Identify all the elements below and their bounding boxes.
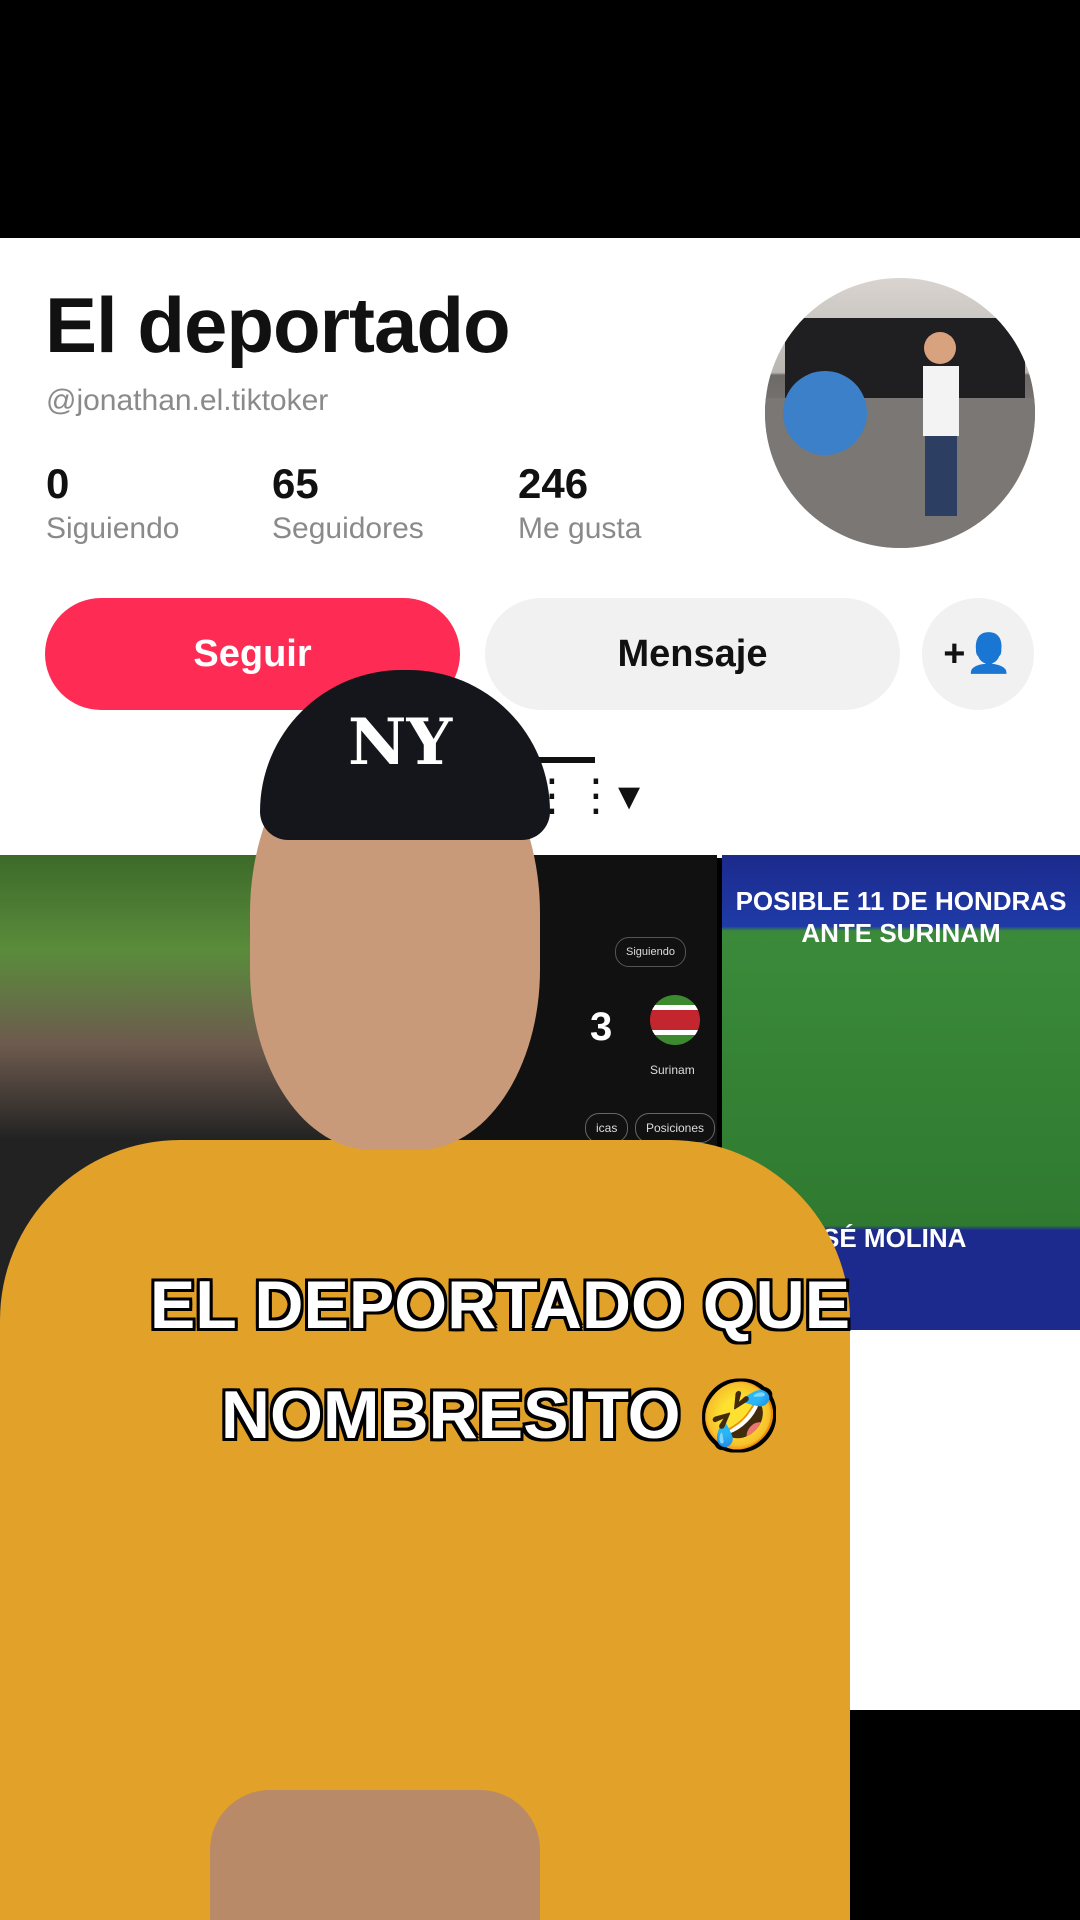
cap-logo: NY (348, 705, 453, 780)
stat-followers-count: 65 (272, 460, 319, 507)
video-caption: EL DEPORTADO QUE NOMBRESITO 🤣 (0, 1250, 1000, 1471)
suriname-flag-icon (650, 995, 700, 1045)
top-black-bar (0, 0, 1080, 238)
stat-likes[interactable]: 246 Me gusta (518, 460, 641, 546)
tab-stats-pill: icas (585, 1113, 629, 1143)
laughing-emoji-icon: 🤣 (699, 1380, 780, 1452)
caption-line-1: EL DEPORTADO QUE (149, 1267, 851, 1343)
stat-following[interactable]: 0 Siguiendo (46, 460, 179, 546)
stat-followers[interactable]: 65 Seguidores (272, 460, 424, 546)
stat-following-count: 0 (46, 460, 70, 507)
thumbnail-title: POSIBLE 11 DE HONDRAS ANTE SURINAM (735, 886, 1067, 948)
avatar[interactable] (765, 278, 1035, 548)
person-hands (210, 1790, 540, 1920)
stat-likes-count: 246 (518, 460, 589, 507)
caption-line-2: NOMBRESITO 🤣 (0, 1360, 1000, 1471)
message-button[interactable]: Mensaje (485, 598, 900, 710)
avatar-photo (765, 318, 1035, 548)
profile-handle: @jonathan.el.tiktoker (46, 384, 329, 417)
country-label: Surinam (650, 1063, 695, 1077)
add-user-icon: +👤 (943, 633, 1013, 675)
add-friend-button[interactable]: +👤 (922, 598, 1034, 710)
stat-following-label: Siguiendo (46, 512, 180, 545)
profile-name: El deportado (45, 281, 511, 369)
tab-positions-pill: Posiciones (635, 1113, 716, 1143)
stat-likes-label: Me gusta (518, 512, 642, 545)
stat-followers-label: Seguidores (272, 512, 424, 545)
score-text: 3 (590, 1005, 613, 1049)
following-pill: Siguiendo (615, 937, 686, 967)
caption-line-2-text: NOMBRESITO (220, 1377, 681, 1453)
